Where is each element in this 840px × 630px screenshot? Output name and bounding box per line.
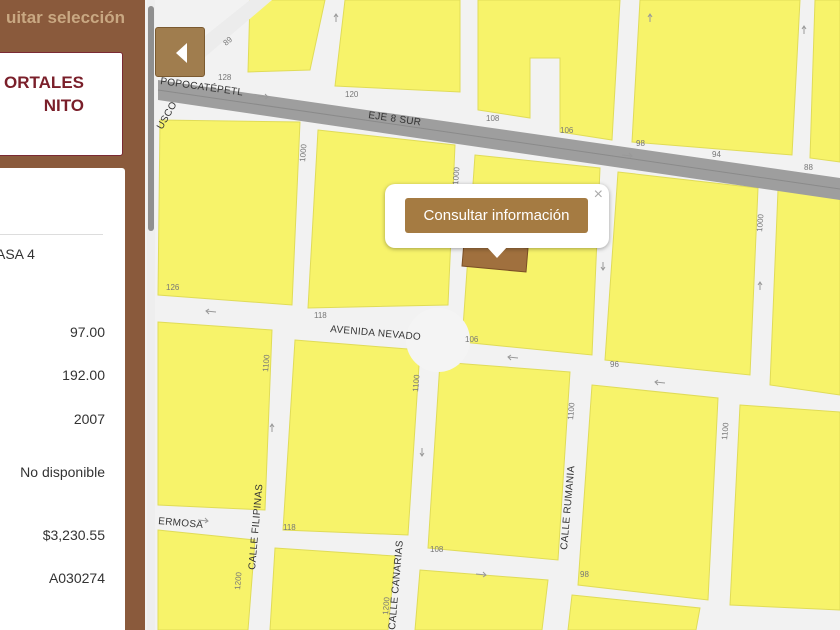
block <box>282 339 421 536</box>
house-number: 98 <box>580 570 589 579</box>
built-area-value: 192.00 <box>62 367 105 383</box>
deselect-link[interactable]: uitar selección <box>0 8 125 38</box>
block <box>577 384 719 601</box>
parcel-info-card: ASA 4 97.00 192.00 2007 No disponible $3… <box>0 168 125 630</box>
house-number: 106 <box>465 335 479 344</box>
house-number: 106 <box>560 126 574 135</box>
popup-pointer <box>486 246 508 258</box>
block <box>157 119 301 306</box>
block <box>334 0 461 93</box>
left-panel: uitar selección ORTALES NITO ASA 4 97.00… <box>0 0 145 630</box>
land-area-value: 97.00 <box>69 324 105 340</box>
house-number: 120 <box>345 90 359 99</box>
house-number: 108 <box>430 545 444 554</box>
parcel-title-line: ORTALES <box>4 73 84 92</box>
house-number: 1100 <box>261 354 272 372</box>
consult-info-button[interactable]: Consultar información <box>405 198 588 233</box>
house-number: 88 <box>804 163 813 172</box>
block <box>769 189 840 396</box>
house-number: 128 <box>218 73 232 82</box>
parcel-popup: × Consultar información <box>385 184 609 248</box>
chevron-left-icon <box>176 43 187 63</box>
year-value: 2007 <box>73 411 105 427</box>
house-number: 126 <box>166 283 180 292</box>
availability-value: No disponible <box>20 464 105 480</box>
panel-scroll-thumb[interactable] <box>148 6 154 231</box>
house-number: 1000 <box>451 166 462 185</box>
tax-value: $3,230.55 <box>42 527 105 543</box>
house-number: 1200 <box>381 596 392 615</box>
house-number: 1000 <box>755 213 766 232</box>
block <box>809 0 840 163</box>
house-number: 1200 <box>233 571 244 590</box>
house-number: 98 <box>636 139 645 148</box>
house-number: 1100 <box>720 422 731 440</box>
house-number: 96 <box>610 360 619 369</box>
house-number: 1000 <box>298 143 309 162</box>
block <box>157 321 273 511</box>
block <box>269 547 396 630</box>
block <box>414 569 549 630</box>
address-detail: ASA 4 <box>0 246 35 262</box>
parcel-title-card: ORTALES NITO <box>0 52 123 156</box>
block <box>631 0 801 156</box>
block <box>604 171 759 376</box>
block <box>729 404 840 611</box>
house-number: 118 <box>283 523 296 532</box>
house-number: 1100 <box>566 402 577 420</box>
house-number: 1100 <box>411 374 422 392</box>
close-icon[interactable]: × <box>594 186 603 204</box>
house-number: 108 <box>486 114 500 123</box>
house-number: 94 <box>712 150 721 159</box>
house-number: 118 <box>314 311 327 320</box>
account-value: A030274 <box>48 570 105 586</box>
collapse-panel-button[interactable] <box>155 27 205 77</box>
parcel-title-line: NITO <box>43 96 84 115</box>
block <box>427 361 571 561</box>
divider <box>0 234 103 235</box>
